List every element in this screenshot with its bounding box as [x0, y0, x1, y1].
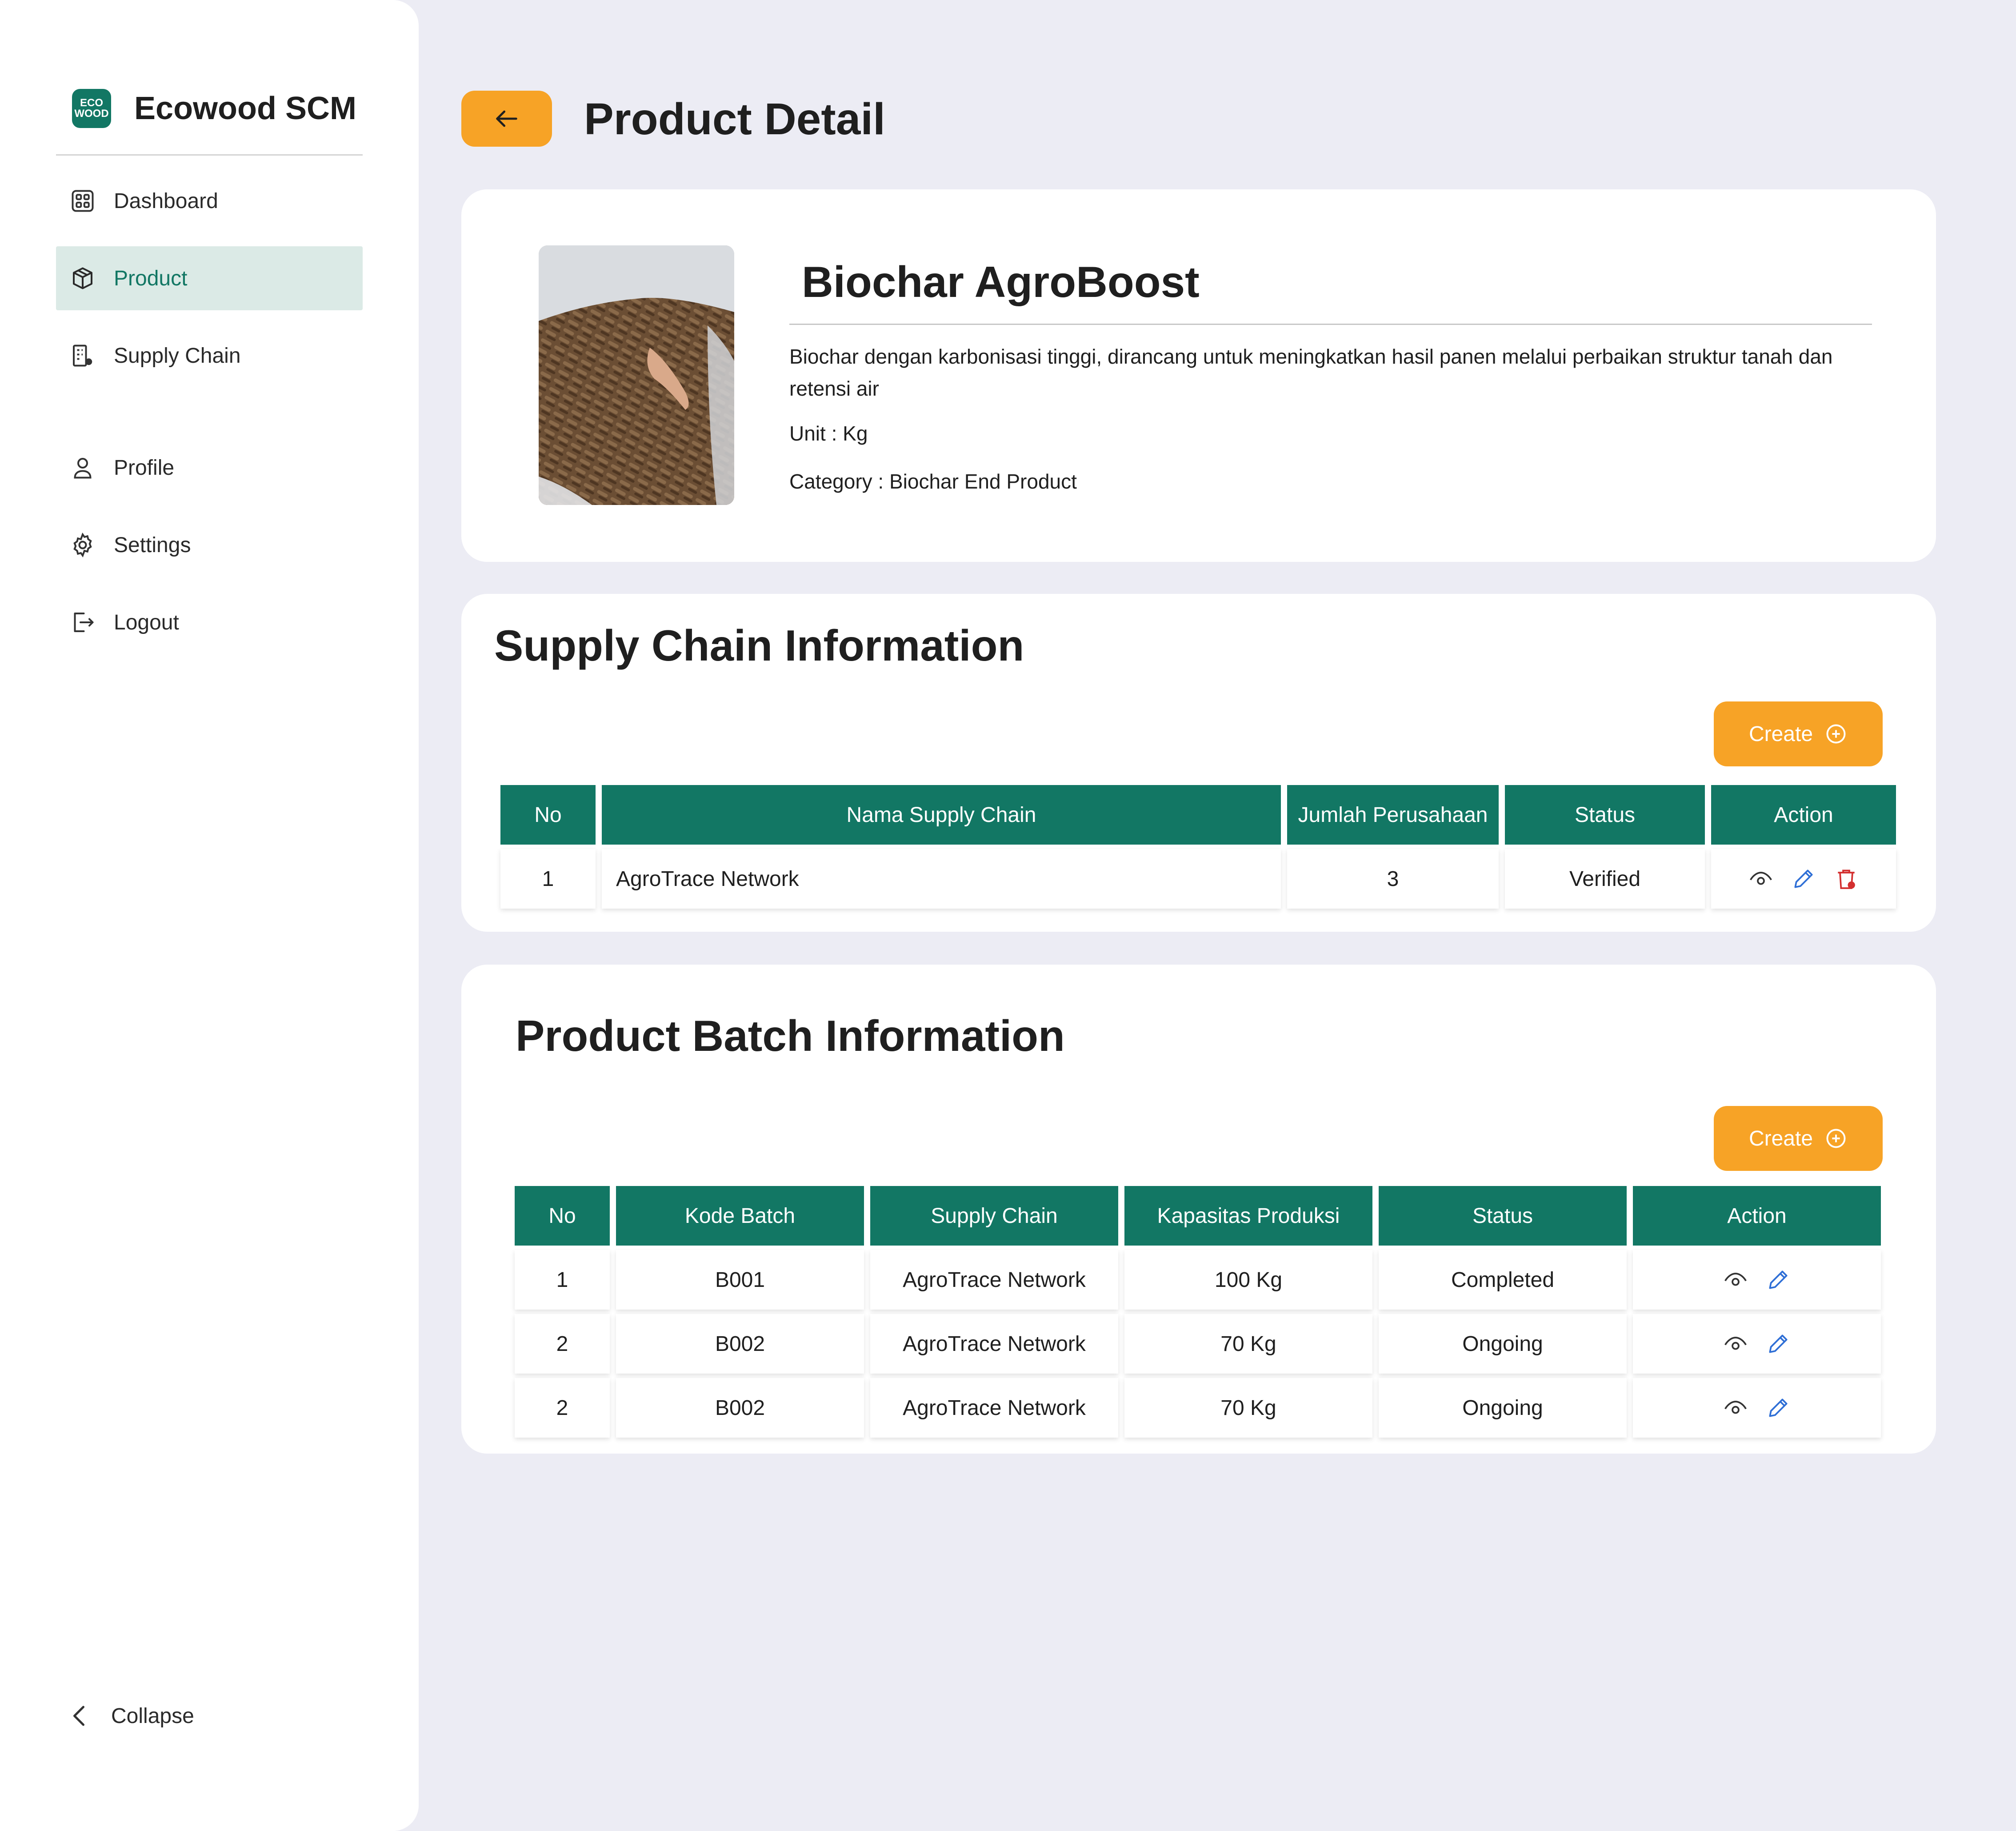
user-icon — [69, 454, 96, 481]
sidebar-item-label: Product — [114, 266, 188, 290]
sidebar-item-supply-chain[interactable]: Supply Chain — [56, 324, 363, 388]
create-batch-button[interactable]: Create — [1714, 1106, 1883, 1171]
cell-no: 2 — [515, 1314, 610, 1374]
arrow-left-icon — [492, 104, 521, 133]
sidebar-item-label: Dashboard — [114, 189, 218, 213]
column-header: Action — [1711, 785, 1896, 845]
sidebar: ECO WOOD Ecowood SCM Dashboard Product S… — [0, 0, 419, 1831]
product-divider — [789, 324, 1872, 325]
column-header: No — [500, 785, 596, 845]
cell-no: 1 — [500, 849, 596, 909]
brand[interactable]: ECO WOOD Ecowood SCM — [72, 89, 356, 128]
column-header: No — [515, 1186, 610, 1246]
column-header: Status — [1505, 785, 1705, 845]
plus-circle-icon — [1824, 722, 1848, 745]
logo-line-1: ECO — [80, 97, 103, 109]
cell-status: Ongoing — [1379, 1314, 1627, 1374]
product-category: Category : Biochar End Product — [789, 470, 1077, 493]
cell-status: Ongoing — [1379, 1378, 1627, 1438]
product-name: Biochar AgroBoost — [802, 257, 1200, 306]
cell-supply-chain-name: AgroTrace Network — [602, 849, 1281, 909]
collapse-button[interactable]: Collapse — [67, 1703, 194, 1729]
brand-title: Ecowood SCM — [134, 91, 356, 126]
box-icon — [69, 265, 96, 292]
sidebar-item-label: Profile — [114, 456, 175, 480]
product-batch-card: Product Batch Information Create No Kode… — [461, 965, 1936, 1454]
column-header: Jumlah Perusahaan — [1287, 785, 1499, 845]
page-title: Product Detail — [584, 94, 885, 144]
cell-batch-code: B002 — [616, 1378, 864, 1438]
cell-capacity: 70 Kg — [1124, 1378, 1372, 1438]
cell-status: Verified — [1505, 849, 1705, 909]
cell-actions — [1633, 1378, 1881, 1438]
column-header: Nama Supply Chain — [602, 785, 1281, 845]
edit-pencil-icon[interactable] — [1791, 866, 1816, 891]
cell-actions — [1711, 849, 1896, 909]
create-label: Create — [1748, 1126, 1813, 1150]
sidebar-item-settings[interactable]: Settings — [56, 513, 363, 577]
edit-pencil-icon[interactable] — [1766, 1395, 1791, 1420]
gear-icon — [69, 532, 96, 558]
view-eye-icon[interactable] — [1748, 866, 1773, 891]
back-button[interactable] — [461, 91, 552, 147]
supply-chain-title: Supply Chain Information — [494, 621, 1024, 670]
sidebar-item-logout[interactable]: Logout — [56, 590, 363, 654]
cell-batch-code: B002 — [616, 1314, 864, 1374]
cell-batch-code: B001 — [616, 1250, 864, 1310]
create-label: Create — [1748, 722, 1813, 746]
view-eye-icon[interactable] — [1723, 1331, 1748, 1356]
sidebar-item-label: Settings — [114, 533, 191, 557]
batch-table-header: No Kode Batch Supply Chain Kapasitas Pro… — [515, 1186, 1881, 1246]
supply-chain-card: Supply Chain Information Create No Nama … — [461, 594, 1936, 932]
product-description: Biochar dengan karbonisasi tinggi, diran… — [789, 345, 1833, 400]
column-header: Kode Batch — [616, 1186, 864, 1246]
cell-actions — [1633, 1250, 1881, 1310]
create-supply-chain-button[interactable]: Create — [1714, 701, 1883, 766]
column-header: Action — [1633, 1186, 1881, 1246]
table-row: 1 AgroTrace Network 3 Verified — [500, 849, 1896, 909]
cell-supply-chain: AgroTrace Network — [870, 1378, 1118, 1438]
sidebar-item-profile[interactable]: Profile — [56, 436, 363, 500]
product-batch-title: Product Batch Information — [516, 1011, 1065, 1060]
column-header: Supply Chain — [870, 1186, 1118, 1246]
table-row: 2 B002 AgroTrace Network 70 Kg Ongoing — [515, 1378, 1881, 1438]
sidebar-item-label: Logout — [114, 610, 179, 634]
product-photo — [539, 245, 734, 505]
edit-pencil-icon[interactable] — [1766, 1331, 1791, 1356]
cell-status: Completed — [1379, 1250, 1627, 1310]
building-icon — [69, 342, 96, 369]
logo-line-2: WOOD — [74, 108, 109, 120]
table-row: 2 B002 AgroTrace Network 70 Kg Ongoing — [515, 1314, 1881, 1374]
sidebar-item-dashboard[interactable]: Dashboard — [56, 169, 363, 233]
dashboard-grid-icon — [69, 188, 96, 214]
edit-pencil-icon[interactable] — [1766, 1267, 1791, 1292]
collapse-label: Collapse — [111, 1704, 194, 1728]
cell-supply-chain: AgroTrace Network — [870, 1314, 1118, 1374]
cell-actions — [1633, 1314, 1881, 1374]
sidebar-item-label: Supply Chain — [114, 344, 241, 368]
sidebar-item-product[interactable]: Product — [56, 246, 363, 310]
cell-no: 2 — [515, 1378, 610, 1438]
table-row: 1 B001 AgroTrace Network 100 Kg Complete… — [515, 1250, 1881, 1310]
column-header: Kapasitas Produksi — [1124, 1186, 1372, 1246]
cell-supply-chain: AgroTrace Network — [870, 1250, 1118, 1310]
product-unit: Unit : Kg — [789, 422, 868, 445]
view-eye-icon[interactable] — [1723, 1267, 1748, 1292]
view-eye-icon[interactable] — [1723, 1395, 1748, 1420]
product-card: Biochar AgroBoost Biochar dengan karboni… — [461, 189, 1936, 562]
ecowood-logo-icon: ECO WOOD — [72, 89, 111, 128]
logout-icon — [69, 609, 96, 636]
chevron-left-icon — [67, 1703, 93, 1729]
supply-chain-table-header: No Nama Supply Chain Jumlah Perusahaan S… — [500, 785, 1896, 845]
cell-no: 1 — [515, 1250, 610, 1310]
brand-divider — [56, 154, 363, 156]
column-header: Status — [1379, 1186, 1627, 1246]
delete-trash-icon[interactable] — [1834, 866, 1859, 891]
cell-company-count: 3 — [1287, 849, 1499, 909]
cell-capacity: 100 Kg — [1124, 1250, 1372, 1310]
cell-capacity: 70 Kg — [1124, 1314, 1372, 1374]
plus-circle-icon — [1824, 1127, 1848, 1150]
